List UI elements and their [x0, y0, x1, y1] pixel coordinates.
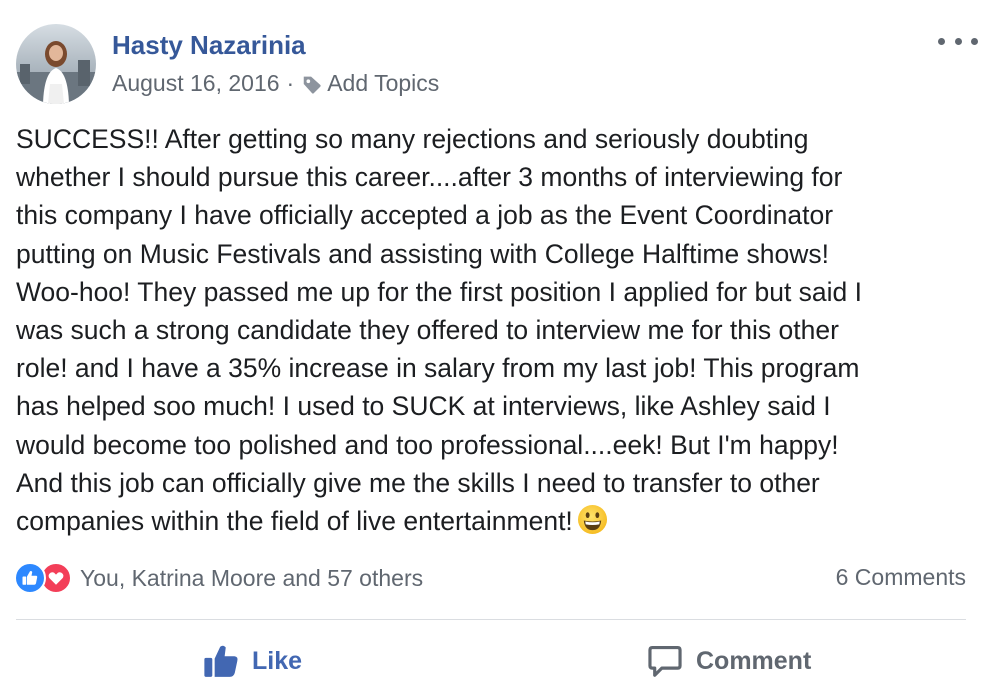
avatar-photo [16, 24, 96, 104]
comment-button[interactable]: Comment [646, 638, 811, 684]
meta-separator: · [286, 70, 295, 96]
post-body: SUCCESS!! After getting so many rejectio… [16, 120, 966, 540]
thumbs-up-icon [22, 571, 38, 585]
more-options-icon[interactable] [938, 30, 978, 52]
reactions-text: You, Katrina Moore and 57 others [80, 564, 424, 591]
grinning-face-emoji [577, 505, 607, 535]
tag-icon [303, 76, 321, 94]
comment-icon [648, 645, 682, 677]
comments-count-link[interactable]: 6 Comments [836, 564, 966, 591]
comment-button-label: Comment [696, 646, 812, 675]
like-button[interactable]: Like [202, 638, 302, 684]
reactions-summary[interactable]: You, Katrina Moore and 57 others [14, 562, 423, 594]
post-body-text: SUCCESS!! After getting so many rejectio… [16, 124, 863, 537]
author-avatar[interactable] [16, 24, 96, 104]
post-card: Hasty Nazarinia August 16, 2016 · Add To… [0, 0, 996, 694]
like-button-label: Like [252, 646, 303, 675]
heart-icon [48, 572, 64, 585]
post-meta: August 16, 2016 · Add Topics [112, 70, 439, 97]
thumbs-up-icon [204, 645, 238, 677]
post-date[interactable]: August 16, 2016 [112, 70, 280, 97]
author-name[interactable]: Hasty Nazarinia [112, 30, 306, 61]
like-reaction-icon [14, 562, 46, 594]
actions-divider [16, 619, 966, 620]
reaction-icons [14, 562, 72, 594]
add-topics-link[interactable]: Add Topics [327, 70, 439, 97]
